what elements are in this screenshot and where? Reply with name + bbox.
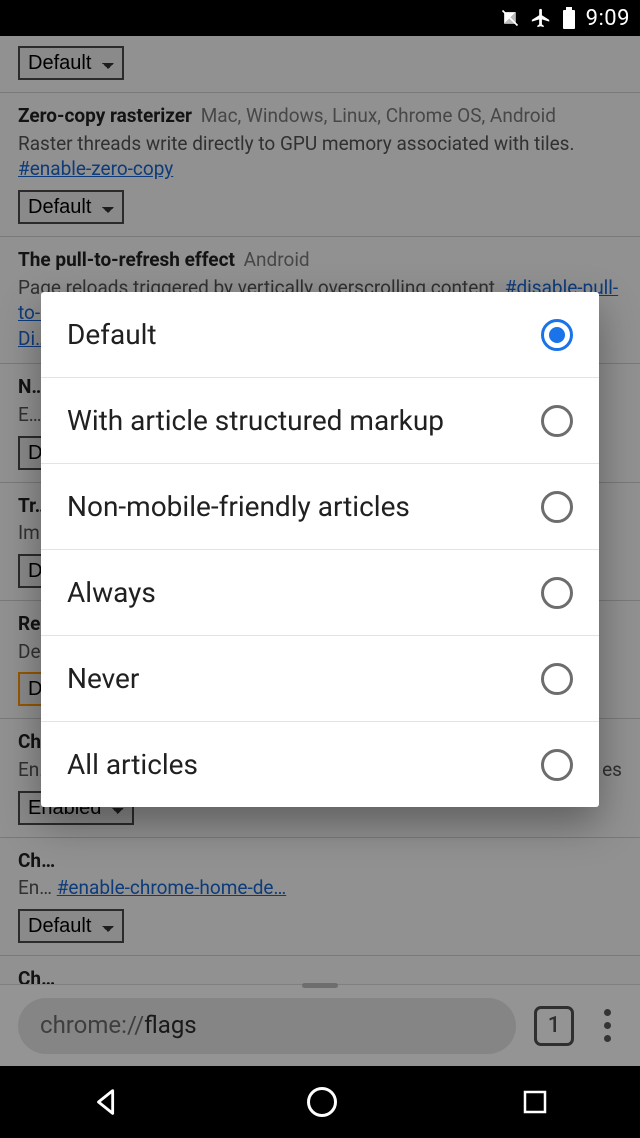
dialog-option-non-mobile-friendly[interactable]: Non-mobile-friendly articles (41, 464, 599, 550)
dialog-option-default[interactable]: Default (41, 292, 599, 378)
dialog-option-always[interactable]: Always (41, 550, 599, 636)
no-sim-icon (500, 8, 520, 28)
nav-home-icon[interactable] (304, 1084, 340, 1120)
option-label: Never (67, 662, 139, 695)
status-clock: 9:09 (586, 6, 630, 31)
option-label: Non-mobile-friendly articles (67, 490, 410, 523)
nav-back-icon[interactable] (90, 1085, 124, 1119)
radio-icon (541, 319, 573, 351)
option-label: All articles (67, 748, 198, 781)
dialog-option-structured-markup[interactable]: With article structured markup (41, 378, 599, 464)
radio-icon (541, 663, 573, 695)
reader-mode-trigger-dialog: Default With article structured markup N… (41, 292, 599, 807)
dialog-option-all-articles[interactable]: All articles (41, 722, 599, 807)
option-label: Default (67, 318, 157, 351)
radio-icon (541, 749, 573, 781)
screen: 9:09 Default Zero-copy rasterizer Mac, W… (0, 0, 640, 1138)
radio-icon (541, 405, 573, 437)
option-label: With article structured markup (67, 404, 444, 437)
android-navigation-bar (0, 1066, 640, 1138)
radio-icon (541, 491, 573, 523)
dialog-option-never[interactable]: Never (41, 636, 599, 722)
android-status-bar: 9:09 (0, 0, 640, 36)
radio-icon (541, 577, 573, 609)
option-label: Always (67, 576, 156, 609)
battery-icon (562, 7, 576, 29)
airplane-mode-icon (530, 7, 552, 29)
nav-recents-icon[interactable] (520, 1087, 550, 1117)
app-viewport: Default Zero-copy rasterizer Mac, Window… (0, 36, 640, 1066)
